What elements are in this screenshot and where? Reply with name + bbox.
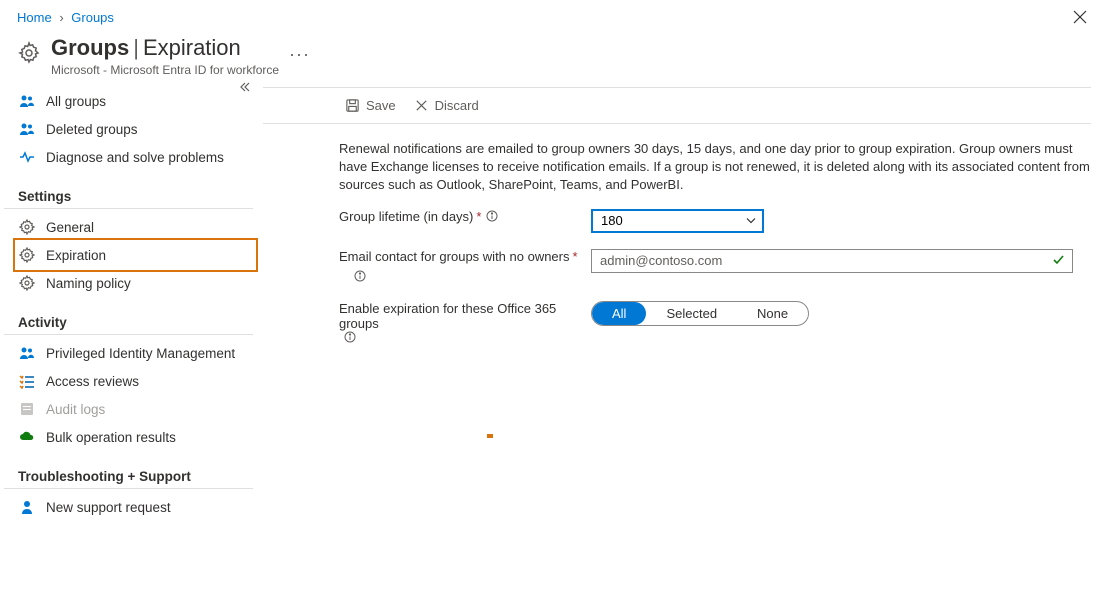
page-header: Groups|Expiration Microsoft - Microsoft … xyxy=(0,31,1103,87)
breadcrumb-home[interactable]: Home xyxy=(17,10,52,25)
sidebar-item-label: Deleted groups xyxy=(46,122,138,137)
sidebar-item-deleted-groups[interactable]: Deleted groups xyxy=(4,115,263,143)
save-button[interactable]: Save xyxy=(339,96,402,115)
close-button[interactable] xyxy=(1073,10,1087,27)
collapse-sidebar-button[interactable] xyxy=(239,81,251,96)
sidebar-item-label: Diagnose and solve problems xyxy=(46,150,224,165)
required-asterisk: * xyxy=(573,249,578,264)
sidebar-item-label: General xyxy=(46,220,94,235)
save-label: Save xyxy=(366,98,396,113)
description-text: Renewal notifications are emailed to gro… xyxy=(339,140,1091,195)
sidebar-item-expiration[interactable]: Expiration xyxy=(4,241,263,269)
breadcrumb-groups[interactable]: Groups xyxy=(71,10,114,25)
gear-icon xyxy=(18,247,36,263)
discard-button[interactable]: Discard xyxy=(408,96,485,115)
sidebar-item-label: New support request xyxy=(46,500,171,515)
close-icon xyxy=(1073,10,1087,24)
sidebar-item-label: All groups xyxy=(46,94,106,109)
chevron-right-icon: › xyxy=(59,10,63,25)
toggle-all[interactable]: All xyxy=(592,302,646,325)
sidebar-item-label: Audit logs xyxy=(46,402,105,417)
page-subtitle: Microsoft - Microsoft Entra ID for workf… xyxy=(51,63,279,77)
sidebar-section-activity: Activity xyxy=(4,297,253,335)
sidebar-item-support-request[interactable]: New support request xyxy=(4,493,263,521)
sidebar-section-support: Troubleshooting + Support xyxy=(4,451,253,489)
people-icon xyxy=(18,93,36,109)
info-icon[interactable] xyxy=(344,331,356,343)
breadcrumb: Home › Groups xyxy=(0,0,1103,31)
sidebar-item-bulk-results[interactable]: Bulk operation results xyxy=(4,423,263,451)
lifetime-input[interactable] xyxy=(591,209,764,233)
more-button[interactable]: ··· xyxy=(289,49,310,59)
expiration-scope-toggle: All Selected None xyxy=(591,301,809,326)
page-title: Groups|Expiration xyxy=(51,35,279,61)
sidebar-item-access-reviews[interactable]: Access reviews xyxy=(4,367,263,395)
toggle-selected[interactable]: Selected xyxy=(646,302,737,325)
info-icon[interactable] xyxy=(354,270,366,282)
people-icon xyxy=(18,345,36,361)
enable-expiration-label: Enable expiration for these Office 365 g… xyxy=(339,301,591,343)
sidebar-item-label: Bulk operation results xyxy=(46,430,176,445)
toggle-none[interactable]: None xyxy=(737,302,808,325)
gear-icon xyxy=(18,275,36,291)
discard-icon xyxy=(414,98,429,113)
sidebar-item-naming-policy[interactable]: Naming policy xyxy=(4,269,263,297)
gear-icon xyxy=(18,219,36,235)
sidebar-item-general[interactable]: General xyxy=(4,213,263,241)
email-input[interactable] xyxy=(591,249,1073,273)
sidebar-item-all-groups[interactable]: All groups xyxy=(4,87,263,115)
chevron-left-double-icon xyxy=(239,81,251,93)
check-icon xyxy=(1052,253,1065,269)
discard-label: Discard xyxy=(435,98,479,113)
heartbeat-icon xyxy=(18,149,36,165)
log-icon xyxy=(18,401,36,417)
sidebar-item-pim[interactable]: Privileged Identity Management xyxy=(4,339,263,367)
sidebar-item-audit-logs[interactable]: Audit logs xyxy=(4,395,263,423)
required-asterisk: * xyxy=(476,209,481,224)
sidebar-item-label: Access reviews xyxy=(46,374,139,389)
checklist-icon xyxy=(18,373,36,389)
support-icon xyxy=(18,499,36,515)
cloud-icon xyxy=(18,429,36,445)
lifetime-select[interactable] xyxy=(591,209,764,233)
toolbar: Save Discard xyxy=(263,87,1091,124)
email-label: Email contact for groups with no owners … xyxy=(339,249,591,285)
sidebar-item-diagnose[interactable]: Diagnose and solve problems xyxy=(4,143,263,171)
lifetime-label: Group lifetime (in days) * xyxy=(339,209,591,224)
sidebar-item-label: Privileged Identity Management xyxy=(46,346,235,361)
sidebar-section-settings: Settings xyxy=(4,171,253,209)
people-icon xyxy=(18,121,36,137)
info-icon[interactable] xyxy=(486,210,498,222)
save-icon xyxy=(345,98,360,113)
sidebar-item-label: Naming policy xyxy=(46,276,131,291)
decorative-mark xyxy=(487,434,493,438)
gear-icon xyxy=(17,41,41,68)
main-content: Save Discard Renewal notifications are e… xyxy=(263,87,1103,521)
sidebar: All groups Deleted groups Diagnose and s… xyxy=(0,87,263,521)
sidebar-item-label: Expiration xyxy=(46,248,106,263)
